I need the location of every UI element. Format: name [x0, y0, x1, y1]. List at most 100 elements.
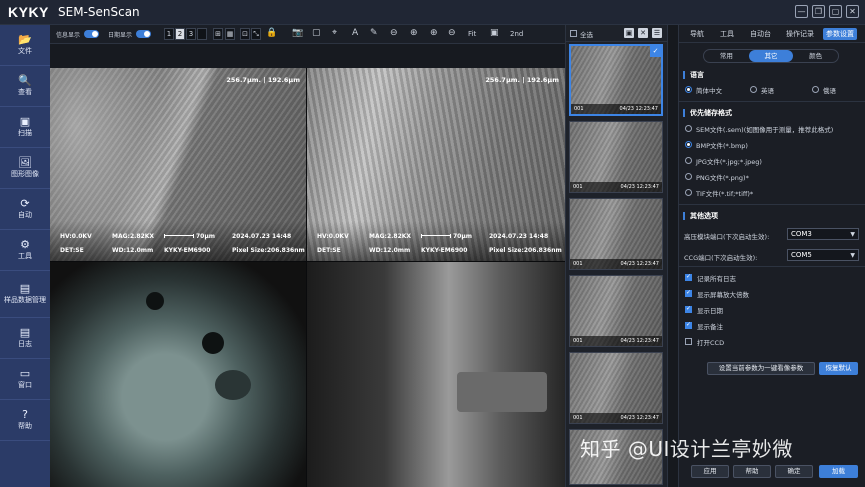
layout-4-button[interactable] [197, 28, 207, 40]
list-icon[interactable]: ☰ [652, 28, 662, 38]
show-date-checkbox[interactable] [685, 305, 692, 313]
language-radio-zh[interactable] [685, 86, 692, 93]
load-button[interactable]: 加载 [819, 465, 858, 478]
selected-check-icon: ✓ [650, 46, 661, 57]
restore-button[interactable]: ❐ [812, 5, 825, 18]
grid-single-icon[interactable]: ▦ [225, 28, 235, 40]
lock-icon[interactable]: 🔒 [266, 29, 277, 38]
thumbnail-item[interactable]: 001 04/23 12:23:47 [569, 198, 663, 270]
format-label: SEM文件(.sem)(如图像用于测量，推荐此格式) [696, 126, 834, 134]
erase-icon[interactable]: ⊖ [390, 29, 398, 38]
text-tool-icon[interactable]: A [352, 29, 358, 38]
format-radio-tif[interactable] [685, 189, 692, 196]
app-logo: KYKY [8, 4, 49, 20]
layout-3-button[interactable]: 3 [186, 28, 196, 40]
checkbox-label: 显示屏幕放大倍数 [697, 291, 749, 299]
hv-port-select[interactable]: COM3 ▼ [787, 228, 859, 240]
thumbnail-item[interactable]: 001 04/23 12:23:47 [569, 275, 663, 347]
second-detector-button[interactable]: 2nd [510, 30, 523, 38]
pen-icon[interactable]: ✎ [370, 29, 378, 38]
layout-1-button[interactable]: 1 [164, 28, 174, 40]
split-view-icon[interactable]: ⊡ [240, 28, 250, 40]
nav-item-file[interactable]: 📂 文件 [0, 25, 50, 66]
nav-label: 帮助 [18, 422, 32, 431]
panel-tabs: 导航 工具 自动台 操作记录 参数设置 [679, 25, 865, 43]
sample-stage-hole [202, 332, 224, 354]
tab-operation-log[interactable]: 操作记录 [783, 28, 817, 40]
stage-holder [457, 372, 547, 412]
format-radio-sem[interactable] [685, 125, 692, 132]
nav-item-scan[interactable]: ▣ 扫描 [0, 107, 50, 148]
save-icon[interactable]: ▣ [624, 28, 634, 38]
select-all-checkbox[interactable] [570, 30, 577, 37]
zoom-out-icon[interactable]: ⊖ [448, 29, 456, 38]
chevron-down-icon: ▼ [850, 252, 855, 259]
format-radio-bmp[interactable] [685, 141, 692, 148]
open-ccd-checkbox[interactable] [685, 338, 692, 345]
nav-label: 图形图像 [11, 170, 39, 179]
layout-2-button[interactable]: 2 [175, 28, 185, 40]
ccg-port-select[interactable]: COM5 ▼ [787, 249, 859, 261]
restore-default-button[interactable]: 恢复默认 [819, 362, 858, 375]
segment-common[interactable]: 常用 [704, 50, 749, 62]
sem-image-panel-1[interactable]: 256.7μm. | 192.6μm HV:0.0KV MAG:2.82KX 7… [50, 68, 306, 261]
pick-icon[interactable]: ⊕ [410, 29, 418, 38]
wd-value: WD:12.0mm [112, 247, 154, 254]
tab-navigation[interactable]: 导航 [687, 28, 707, 40]
ok-button[interactable]: 确定 [775, 465, 813, 478]
thumbnail-item[interactable]: 001 04/23 12:23:47 [569, 121, 663, 193]
close-button[interactable]: ✕ [846, 5, 859, 18]
tab-tools[interactable]: 工具 [717, 28, 737, 40]
sem-image-panel-2[interactable]: 256.7μm. | 192.6μm HV:0.0KV MAG:2.82KX 7… [307, 68, 565, 261]
folder-icon: 📂 [18, 33, 32, 47]
format-radio-jpg[interactable] [685, 157, 692, 164]
nav-item-tools[interactable]: ⚙ 工具 [0, 230, 50, 271]
thumbnail-index: 001 [574, 106, 584, 112]
nav-item-auto[interactable]: ⟳ 自动 [0, 189, 50, 230]
thumbnail-item[interactable]: 001 04/23 12:23:47 [569, 352, 663, 424]
thumbnail-item[interactable]: ✓ 001 04/23 12:23:47 [569, 44, 663, 116]
chamber-camera-panel-2[interactable] [307, 262, 565, 487]
nav-item-window[interactable]: ▭ 窗口 [0, 359, 50, 400]
collapse-icon[interactable]: ⤡ [251, 28, 261, 40]
format-section-title: 优先储存格式 [683, 109, 732, 117]
nav-item-view[interactable]: 🔍 查看 [0, 66, 50, 107]
show-magnification-checkbox[interactable] [685, 289, 692, 297]
delete-icon[interactable]: ✕ [638, 28, 648, 38]
language-label: 简体中文 [696, 87, 722, 95]
minimize-button[interactable]: — [795, 5, 808, 18]
tab-auto-stage[interactable]: 自动台 [747, 28, 774, 40]
nav-item-help[interactable]: ? 帮助 [0, 400, 50, 441]
language-radio-ru[interactable] [812, 86, 819, 93]
fit-button[interactable]: Fit [468, 30, 476, 38]
image-icon: 🖼 [18, 156, 32, 170]
hv-port-label: 高压模块端口(下次启动生效): [684, 233, 770, 241]
nav-item-image[interactable]: 🖼 图形图像 [0, 148, 50, 189]
info-display-toggle[interactable] [84, 30, 99, 38]
set-default-params-button[interactable]: 设置当前参数为一键看像参数 [707, 362, 815, 375]
select-all-label: 全选 [580, 31, 593, 39]
date-display-toggle[interactable] [136, 30, 151, 38]
maximize-button[interactable]: ▢ [829, 5, 842, 18]
tab-parameters[interactable]: 参数设置 [823, 28, 857, 40]
contrast-icon[interactable]: ▣ [490, 29, 499, 38]
nav-item-sample-data[interactable]: ▤ 样品数据管理 [0, 271, 50, 318]
segment-other[interactable]: 其它 [748, 50, 794, 62]
log-all-checkbox[interactable] [685, 273, 692, 281]
chamber-camera-panel-1[interactable] [50, 262, 306, 487]
help-button[interactable]: 帮助 [733, 465, 771, 478]
apply-button[interactable]: 应用 [691, 465, 729, 478]
format-radio-png[interactable] [685, 173, 692, 180]
monitor-icon[interactable]: ▢ [312, 29, 321, 38]
language-radio-en[interactable] [750, 86, 757, 93]
segment-color[interactable]: 颜色 [793, 50, 838, 62]
measure-icon[interactable]: ⌖ [332, 29, 337, 38]
show-notes-checkbox[interactable] [685, 321, 692, 329]
grid-2x2-icon[interactable]: ⊞ [213, 28, 223, 40]
detector-value: DET:SE [317, 247, 341, 254]
zoom-in-icon[interactable]: ⊕ [430, 29, 438, 38]
camera-icon[interactable]: 📷 [292, 29, 303, 38]
divider [679, 101, 865, 102]
nav-item-log[interactable]: ▤ 日志 [0, 318, 50, 359]
sem-info-overlay: HV:0.0KV MAG:2.82KX 70μm 2024.07.23 14:4… [307, 221, 565, 261]
